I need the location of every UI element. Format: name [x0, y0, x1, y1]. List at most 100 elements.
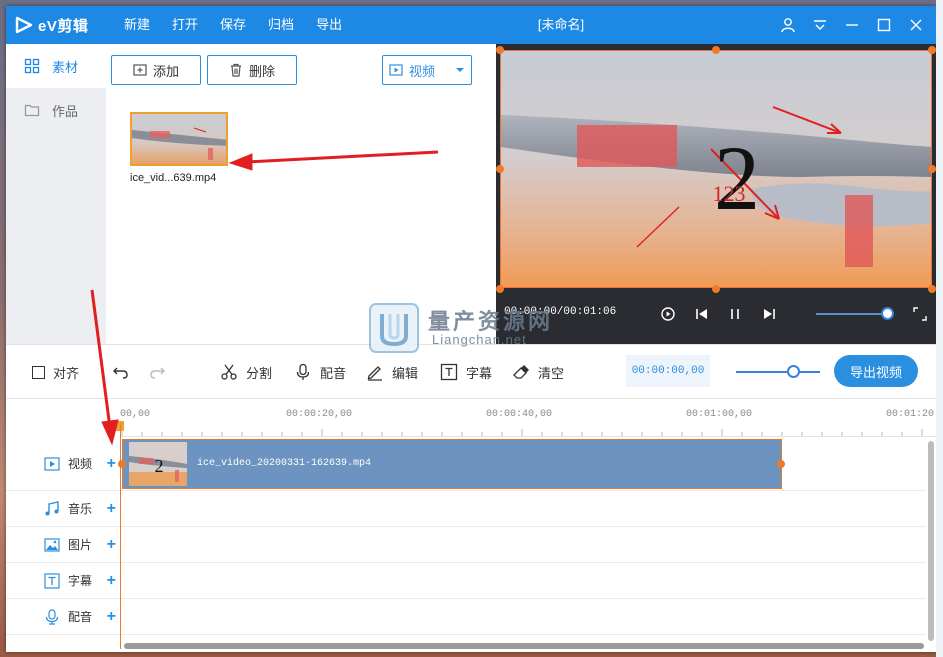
align-checkbox[interactable]: 对齐 — [32, 345, 79, 399]
track-label: 字幕 — [68, 574, 93, 588]
video-filter-icon — [389, 64, 403, 76]
subtitle-track-lane[interactable] — [120, 563, 926, 599]
volume-slider[interactable] — [816, 313, 888, 315]
minimize-icon[interactable] — [842, 15, 862, 35]
track-header-dub: 配音 + — [6, 599, 120, 635]
horizontal-scrollbar[interactable] — [124, 643, 924, 649]
media-filter-select[interactable]: 视频 — [382, 55, 472, 85]
dub-button[interactable]: 配音 — [294, 345, 346, 399]
add-button-label: 添加 — [152, 63, 179, 79]
next-icon[interactable] — [759, 304, 779, 324]
timeline: 00,00 00:00:20,00 00:00:40,00 00:01:00,0… — [6, 398, 936, 652]
dub-track-lane[interactable] — [120, 599, 926, 635]
video-clip[interactable]: 2 ice_video_20200331-162639.mp4 — [118, 439, 785, 489]
resize-handle[interactable] — [496, 285, 504, 293]
trash-icon — [230, 63, 241, 77]
playback-timecode: 00:00:00/00:01:06 — [504, 306, 617, 318]
music-track-lane[interactable] — [120, 491, 926, 527]
add-button[interactable]: 添加 — [111, 55, 201, 85]
align-label: 对齐 — [53, 365, 80, 381]
playhead[interactable] — [120, 423, 121, 649]
grid-icon — [24, 58, 40, 74]
maximize-icon[interactable] — [874, 15, 894, 35]
add-image-track-button[interactable]: + — [107, 536, 116, 554]
playback-controls: 00:00:00/00:01:06 — [496, 294, 936, 334]
menu-open[interactable]: 打开 — [172, 6, 198, 44]
ruler-label: 00,00 — [120, 409, 151, 420]
dub-label: 配音 — [320, 365, 347, 381]
resize-handle[interactable] — [496, 165, 504, 173]
sidebar-item-label: 素材 — [52, 59, 79, 75]
fullscreen-icon[interactable] — [910, 304, 930, 324]
image-track-lane[interactable] — [120, 527, 926, 563]
edit-label: 编辑 — [392, 365, 419, 381]
volume-slider-handle[interactable] — [881, 307, 894, 320]
add-subtitle-track-button[interactable]: + — [107, 572, 116, 590]
timeline-zoom-slider[interactable] — [736, 371, 820, 373]
subtitle-button[interactable]: 字幕 — [440, 345, 492, 399]
sidebar: 素材 作品 — [6, 44, 106, 344]
play-logo-icon — [15, 16, 33, 34]
edit-toolbar: 对齐 分割 配音 编辑 字幕 清空 00:00:00,00 导出视频 — [6, 344, 936, 398]
window-controls — [778, 6, 926, 44]
pause-icon[interactable] — [725, 304, 745, 324]
timeline-zoom-handle[interactable] — [787, 365, 800, 378]
delete-button-label: 删除 — [248, 63, 275, 79]
close-icon[interactable] — [906, 15, 926, 35]
track-label: 图片 — [68, 538, 93, 552]
undo-icon[interactable] — [112, 345, 130, 399]
media-thumbnail[interactable] — [130, 112, 228, 166]
loop-icon[interactable] — [658, 304, 678, 324]
add-file-icon — [133, 64, 147, 76]
add-dub-track-button[interactable]: + — [107, 608, 116, 626]
mic-icon — [45, 608, 59, 625]
clip-file-name: ice_video_20200331-162639.mp4 — [197, 458, 372, 469]
background-window-edge — [936, 0, 943, 657]
time-ruler[interactable]: 00,00 00:00:20,00 00:00:40,00 00:01:00,0… — [120, 399, 936, 437]
resize-handle[interactable] — [496, 46, 504, 54]
clip-trim-handle-right[interactable] — [777, 460, 785, 468]
text-box-icon — [440, 363, 458, 381]
checkbox-box[interactable] — [32, 365, 45, 379]
track-area[interactable]: 2 ice_video_20200331-162639.mp4 — [118, 437, 926, 647]
preview-overlay-number: 2 — [714, 127, 760, 229]
text-icon — [44, 572, 60, 589]
split-button[interactable]: 分割 — [220, 345, 272, 399]
sidebar-item-materials[interactable]: 素材 — [6, 44, 106, 88]
preview-frame-image: 2 123 — [501, 51, 931, 287]
track-header-image: 图片 + — [6, 527, 120, 563]
resize-handle[interactable] — [928, 165, 936, 173]
resize-handle[interactable] — [712, 285, 720, 293]
preview-panel: 2 123 00:00:00/00:01:06 — [496, 44, 936, 344]
delete-button[interactable]: 删除 — [207, 55, 297, 85]
scissors-icon — [221, 364, 237, 380]
clip-thumbnail: 2 — [129, 442, 187, 486]
ruler-label: 00:01:20 — [886, 409, 935, 420]
resize-handle[interactable] — [928, 285, 936, 293]
video-preview: 2 123 — [500, 50, 932, 288]
clear-button[interactable]: 清空 — [512, 345, 564, 399]
menu-save[interactable]: 保存 — [220, 6, 246, 44]
redo-icon[interactable] — [148, 345, 166, 399]
previous-icon[interactable] — [692, 304, 712, 324]
sidebar-item-label: 作品 — [52, 103, 79, 119]
edit-button[interactable]: 编辑 — [366, 345, 418, 399]
track-label: 音乐 — [68, 502, 93, 516]
user-icon[interactable] — [778, 15, 798, 35]
title-bar: eV剪辑 新建 打开 保存 归档 导出 [未命名] — [6, 6, 936, 44]
dropdown-menu-icon[interactable] — [810, 15, 830, 35]
resize-handle[interactable] — [712, 46, 720, 54]
sidebar-item-works[interactable]: 作品 — [6, 88, 106, 132]
menu-export[interactable]: 导出 — [316, 6, 342, 44]
vertical-scrollbar[interactable] — [928, 441, 934, 641]
eraser-icon — [513, 365, 529, 379]
resize-handle[interactable] — [928, 46, 936, 54]
video-track-icon — [44, 456, 60, 471]
export-video-button[interactable]: 导出视频 — [834, 355, 918, 387]
add-video-track-button[interactable]: + — [107, 455, 116, 473]
menu-new[interactable]: 新建 — [124, 6, 150, 44]
add-music-track-button[interactable]: + — [107, 500, 116, 518]
menu-archive[interactable]: 归档 — [268, 6, 294, 44]
track-header-video: 视频 + — [6, 437, 120, 491]
chevron-down-icon — [456, 68, 464, 72]
